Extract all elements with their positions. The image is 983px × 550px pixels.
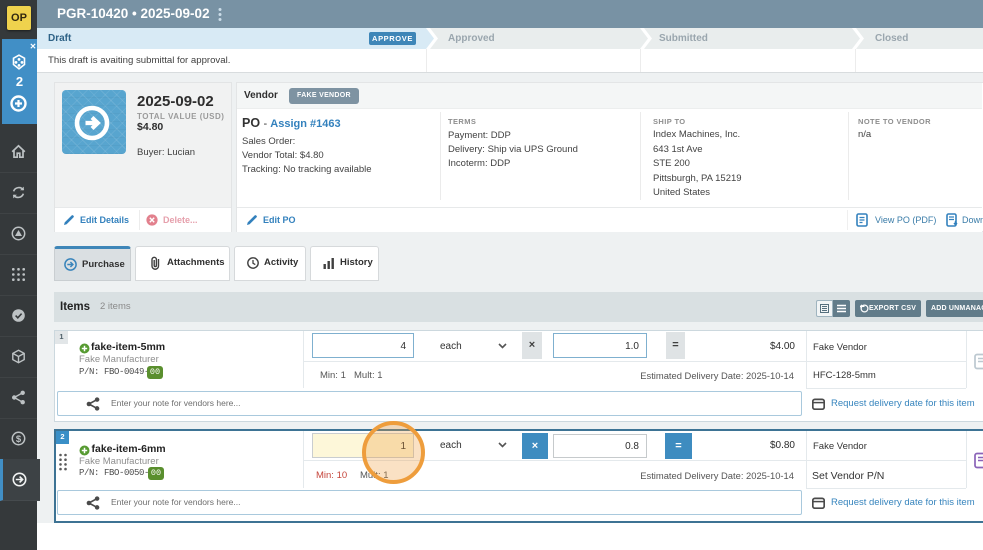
- svg-text:$: $: [16, 434, 22, 445]
